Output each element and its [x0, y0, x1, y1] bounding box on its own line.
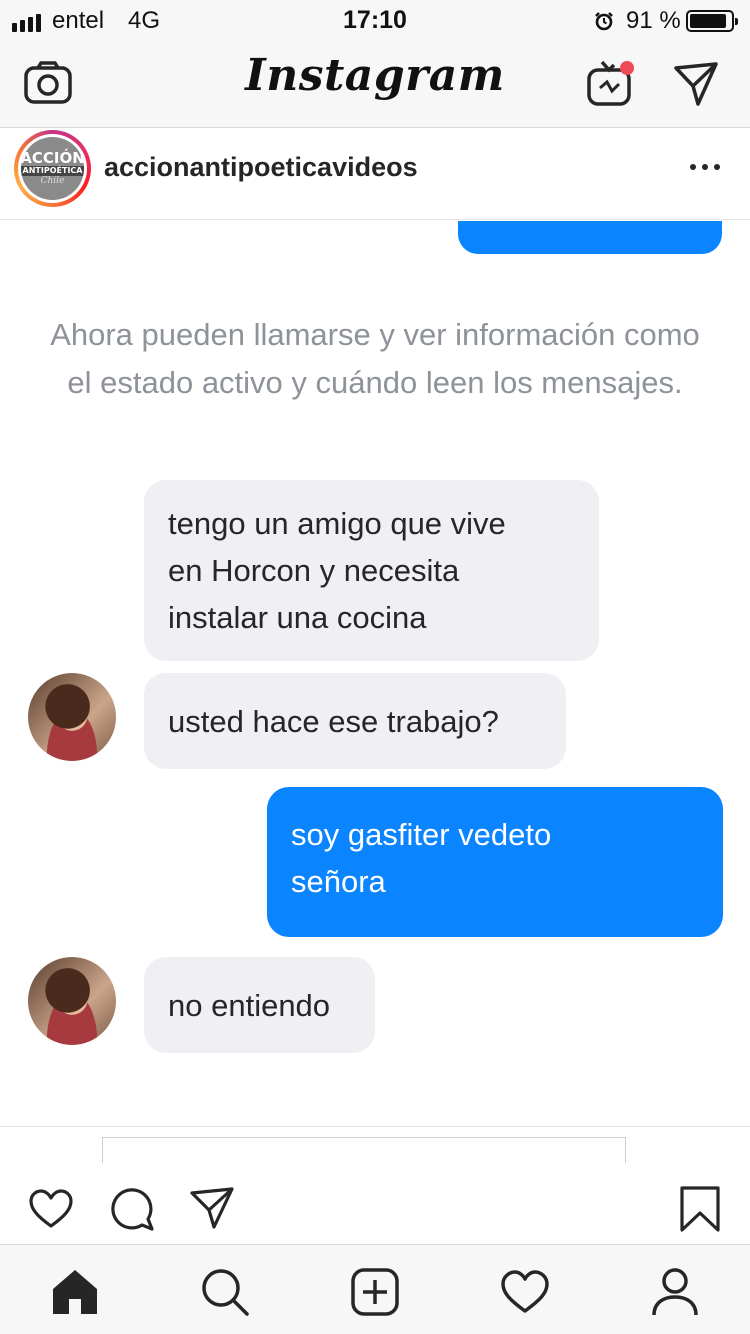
top-nav-bar: Instagram	[0, 40, 750, 128]
share-icon[interactable]	[188, 1185, 236, 1233]
avatar-logo-line3: Chile	[40, 175, 65, 186]
home-icon[interactable]	[50, 1267, 100, 1317]
avatar-logo-line2: ANTIPOÉTICA	[21, 165, 84, 176]
direct-message-icon[interactable]	[670, 58, 722, 110]
search-icon[interactable]	[200, 1267, 250, 1317]
battery-fill	[690, 14, 727, 28]
like-heart-icon[interactable]	[27, 1185, 75, 1233]
post-action-bar	[0, 1126, 750, 1244]
story-ring[interactable]: ACCIÓN ANTIPOÉTICA Chile	[14, 130, 91, 207]
message-line: usted hace ese trabajo?	[168, 704, 499, 739]
avatar-logo-line1: ACCIÓN	[21, 148, 84, 167]
igtv-icon[interactable]	[584, 58, 636, 110]
outgoing-bubble-cropped	[458, 221, 722, 254]
more-options-icon[interactable]	[690, 164, 720, 170]
sender-avatar	[28, 673, 116, 761]
message-line: instalar una cocina	[168, 600, 427, 635]
chat-screenshot: Ahora pueden llamarse y ver información …	[0, 221, 750, 1126]
cropped-input-box	[102, 1137, 626, 1163]
battery-percent: 91 %	[626, 7, 681, 34]
message-bubble-incoming: tengo un amigo que vive en Horcon y nece…	[144, 480, 599, 661]
status-bar: entel 4G 17:10 91 %	[0, 0, 750, 40]
sender-avatar	[28, 957, 116, 1045]
comment-icon[interactable]	[108, 1185, 156, 1233]
post-header: ACCIÓN ANTIPOÉTICA Chile accionantipoeti…	[0, 128, 750, 220]
message-bubble-incoming: no entiendo	[144, 957, 375, 1053]
message-line: señora	[291, 864, 386, 899]
new-post-icon[interactable]	[350, 1267, 400, 1317]
bookmark-icon[interactable]	[676, 1185, 724, 1233]
system-message-line1: Ahora pueden llamarse y ver información …	[50, 317, 700, 352]
message-line: soy gasfiter vedeto	[291, 817, 552, 852]
activity-heart-icon[interactable]	[500, 1267, 550, 1317]
system-message-line2: el estado activo y cuándo leen los mensa…	[67, 365, 683, 400]
post-username[interactable]: accionantipoeticavideos	[104, 152, 418, 183]
message-bubble-outgoing: soy gasfiter vedeto señora	[267, 787, 723, 937]
profile-icon[interactable]	[650, 1267, 700, 1317]
message-line: en Horcon y necesita	[168, 553, 460, 588]
alarm-icon	[595, 12, 613, 31]
instagram-logo: Instagram	[245, 50, 505, 101]
account-avatar: ACCIÓN ANTIPOÉTICA Chile	[21, 137, 84, 200]
message-bubble-incoming: usted hace ese trabajo?	[144, 673, 566, 769]
battery-icon	[686, 10, 738, 32]
notification-dot	[620, 61, 634, 75]
bottom-tab-bar	[0, 1244, 750, 1334]
message-line: tengo un amigo que vive	[168, 506, 506, 541]
message-line: no entiendo	[168, 988, 331, 1023]
